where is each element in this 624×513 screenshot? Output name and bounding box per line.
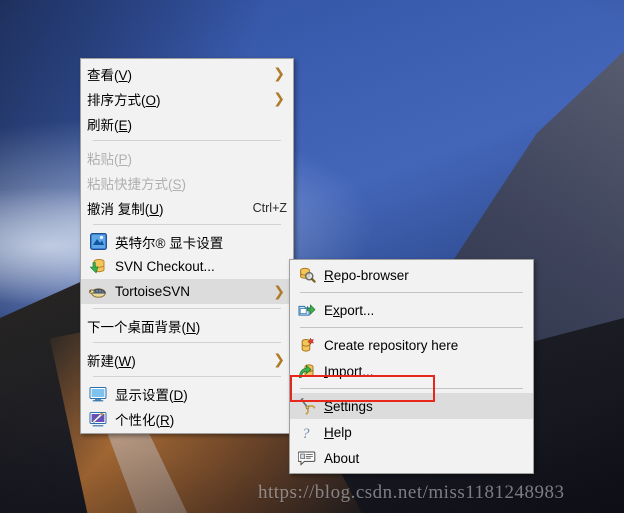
menu-item-paste-shortcut: 粘贴快捷方式(S) <box>81 170 293 195</box>
chevron-right-icon: ❯ <box>273 90 285 107</box>
import-icon <box>294 360 320 382</box>
submenu-item-settings[interactable]: Settings <box>290 393 533 419</box>
menu-item-display-settings[interactable]: 显示设置(D) <box>81 381 293 406</box>
svg-text:?: ? <box>302 426 310 441</box>
menu-item-undo-copy-shortcut: Ctrl+Z <box>252 200 287 215</box>
tortoisesvn-submenu[interactable]: Repo-browser Export... Create repository… <box>289 259 534 474</box>
svn-checkout-icon <box>85 256 111 278</box>
personalize-icon <box>85 408 111 430</box>
menu-item-view-label: 查看(V) <box>87 67 133 83</box>
menu-item-undo-copy[interactable]: 撤消 复制(U) Ctrl+Z <box>81 195 293 220</box>
repo-browser-icon <box>294 264 320 286</box>
submenu-item-import[interactable]: Import... <box>290 358 533 384</box>
tortoise-icon <box>85 281 111 303</box>
watermark-text: https://blog.csdn.net/miss1181248983 <box>258 482 565 503</box>
intel-graphics-icon <box>85 231 111 253</box>
chevron-right-icon: ❯ <box>273 351 285 368</box>
submenu-item-help[interactable]: ? Help <box>290 419 533 445</box>
desktop-context-menu[interactable]: 查看(V) ❯ 排序方式(O) ❯ 刷新(E) 粘贴(P) 粘贴快捷方式(S) … <box>80 58 294 434</box>
submenu-item-export[interactable]: Export... <box>290 297 533 323</box>
menu-item-refresh-label: 刷新(E) <box>87 117 133 133</box>
menu-item-next-desktop-background[interactable]: 下一个桌面背景(N) <box>81 313 293 338</box>
submenu-item-settings-label: Settings <box>324 398 373 414</box>
submenu-separator <box>300 292 523 293</box>
settings-icon <box>294 395 320 417</box>
menu-separator <box>93 140 281 141</box>
menu-item-sort-by-label: 排序方式(O) <box>87 92 161 108</box>
menu-item-tortoisesvn[interactable]: TortoiseSVN ❯ <box>81 279 293 304</box>
menu-item-next-desktop-background-label: 下一个桌面背景(N) <box>87 319 201 335</box>
submenu-item-import-label: Import... <box>324 363 374 379</box>
about-icon <box>294 447 320 469</box>
display-settings-icon <box>85 383 111 405</box>
submenu-item-about[interactable]: About <box>290 445 533 471</box>
menu-item-intel-graphics[interactable]: 英特尔® 显卡设置 <box>81 229 293 254</box>
menu-item-sort-by[interactable]: 排序方式(O) ❯ <box>81 86 293 111</box>
submenu-item-create-repository[interactable]: Create repository here <box>290 332 533 358</box>
menu-separator <box>93 308 281 309</box>
submenu-item-repo-browser[interactable]: Repo-browser <box>290 262 533 288</box>
submenu-item-create-repository-label: Create repository here <box>324 337 459 353</box>
submenu-item-repo-browser-label: Repo-browser <box>324 267 409 283</box>
chevron-right-icon: ❯ <box>273 65 285 82</box>
menu-item-personalize[interactable]: 个性化(R) <box>81 406 293 431</box>
menu-item-undo-copy-label: 撤消 复制(U) <box>87 201 164 217</box>
create-repository-icon <box>294 334 320 356</box>
menu-separator <box>93 376 281 377</box>
menu-item-svn-checkout[interactable]: SVN Checkout... <box>81 254 293 279</box>
menu-item-intel-graphics-label: 英特尔® 显卡设置 <box>115 235 224 251</box>
menu-item-paste: 粘贴(P) <box>81 145 293 170</box>
menu-item-refresh[interactable]: 刷新(E) <box>81 111 293 136</box>
menu-item-new[interactable]: 新建(W) ❯ <box>81 347 293 372</box>
export-icon <box>294 299 320 321</box>
menu-item-paste-label: 粘贴(P) <box>87 151 133 167</box>
chevron-right-icon: ❯ <box>273 283 285 300</box>
menu-item-tortoisesvn-label: TortoiseSVN <box>115 284 191 299</box>
menu-item-new-label: 新建(W) <box>87 353 136 369</box>
submenu-item-help-label: Help <box>324 424 352 440</box>
help-icon: ? <box>294 421 320 443</box>
submenu-separator <box>300 388 523 389</box>
submenu-item-about-label: About <box>324 450 360 466</box>
menu-item-paste-shortcut-label: 粘贴快捷方式(S) <box>87 176 187 192</box>
menu-item-personalize-label: 个性化(R) <box>115 412 175 428</box>
submenu-item-export-label: Export... <box>324 302 375 318</box>
menu-separator <box>93 224 281 225</box>
menu-separator <box>93 342 281 343</box>
menu-item-svn-checkout-label: SVN Checkout... <box>115 259 215 274</box>
menu-item-view[interactable]: 查看(V) ❯ <box>81 61 293 86</box>
menu-item-display-settings-label: 显示设置(D) <box>115 387 188 403</box>
submenu-separator <box>300 327 523 328</box>
